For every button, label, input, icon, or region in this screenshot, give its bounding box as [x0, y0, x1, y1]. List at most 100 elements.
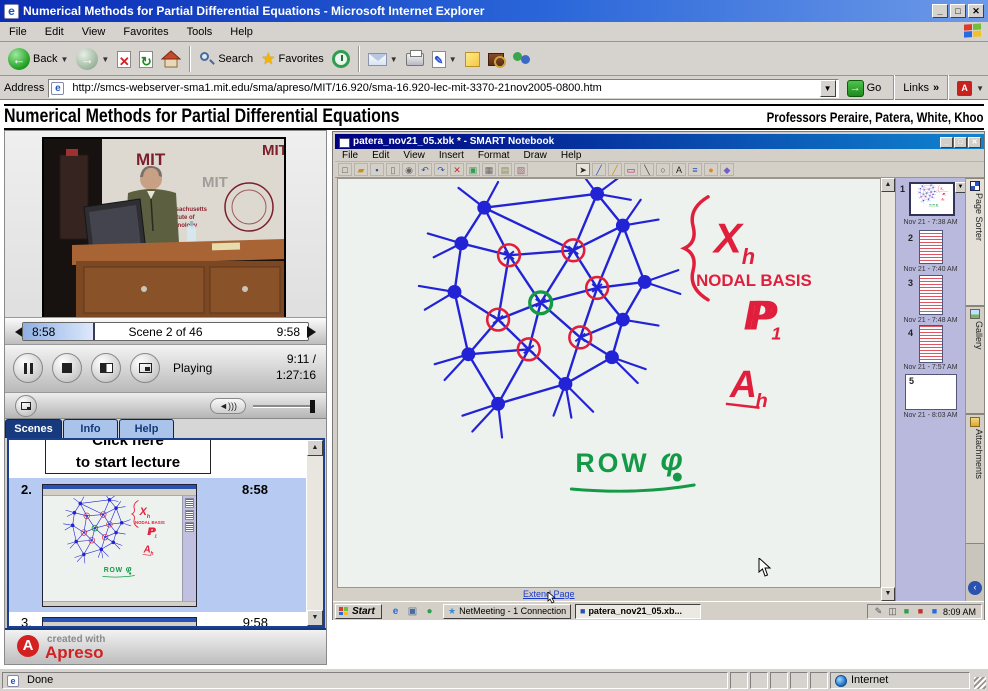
total-time: 1:27:16	[276, 368, 316, 382]
svg-text:1: 1	[154, 534, 157, 539]
menu-view[interactable]: View	[73, 24, 115, 40]
home-button[interactable]	[157, 48, 185, 70]
notebook-taskbar: Start e ▣ ● ★ NetMeeting - 1 Connection …	[333, 601, 984, 620]
tray-smart-tools-icon: ■	[901, 606, 912, 617]
favorites-button[interactable]: ★ Favorites	[257, 47, 328, 71]
tab-attachments: Attachments	[966, 414, 985, 544]
mute-button[interactable]: ◄)))	[210, 398, 246, 414]
scene-item-3[interactable]: 3. 9:58 OLD BUSINESS	[9, 613, 306, 628]
smart-notebook-screenshot: patera_nov21_05.xbk * - SMART Notebook _…	[332, 131, 985, 620]
forward-dropdown-icon[interactable]: ▼	[101, 55, 109, 64]
search-button[interactable]: Search	[195, 49, 257, 69]
go-button[interactable]: → Go	[843, 80, 886, 97]
scroll-down-icon[interactable]: ▼	[307, 610, 323, 626]
messenger-button[interactable]	[508, 49, 536, 69]
svg-text:φ: φ	[126, 565, 132, 574]
attachments-icon	[970, 417, 980, 427]
back-button[interactable]: ← Back ▼	[4, 46, 72, 72]
minimize-button[interactable]: _	[932, 4, 948, 18]
mail-button[interactable]: ▼	[364, 51, 402, 68]
pause-button[interactable]	[13, 353, 43, 383]
edit-dropdown-icon[interactable]: ▼	[449, 55, 457, 64]
scene-end-time: 9:58	[277, 325, 300, 339]
stop-button[interactable]: ✕	[113, 49, 135, 70]
history-button[interactable]	[328, 48, 354, 70]
note-button[interactable]	[461, 50, 484, 69]
stop-playback-button[interactable]	[52, 353, 82, 383]
favorites-label: Favorites	[279, 53, 324, 65]
scroll-up-icon[interactable]: ▲	[307, 440, 323, 456]
lecture-player-panel: MIT MIT MIT MIT Massachusetts Institute …	[4, 130, 327, 665]
menu-file[interactable]: File	[0, 24, 36, 40]
quicklaunch-media-icon: ●	[423, 605, 436, 618]
volume-slider[interactable]	[253, 405, 313, 408]
pdf-dropdown-icon[interactable]: ▼	[976, 84, 984, 93]
tab-scenes[interactable]: Scenes	[5, 419, 62, 438]
links-label[interactable]: Links	[903, 82, 929, 94]
mail-icon	[368, 53, 387, 66]
refresh-button[interactable]: ↻	[135, 49, 157, 70]
status-cell	[750, 672, 768, 689]
ie-statusbar: e Done Internet	[0, 668, 988, 691]
page-3-number: 3	[908, 278, 913, 288]
back-dropdown-icon[interactable]: ▼	[60, 55, 68, 64]
page-1-time: Nov 21 - 7:38 AM	[896, 219, 965, 226]
scene-list-scrollbar[interactable]: ▲ ▼	[307, 440, 323, 626]
research-button[interactable]	[484, 51, 508, 68]
links-chevron-icon[interactable]: »	[933, 82, 939, 94]
popout-button[interactable]	[15, 395, 37, 417]
scene-item-start[interactable]: Click here to start lecture	[45, 438, 211, 474]
forward-button[interactable]: → ▼	[72, 46, 113, 72]
print-button[interactable]	[402, 51, 428, 68]
volume-knob[interactable]	[310, 400, 315, 413]
next-scene-button[interactable]	[307, 326, 322, 338]
window-title: Numerical Methods for Partial Differenti…	[23, 4, 932, 18]
menu-edit[interactable]: Edit	[36, 24, 73, 40]
address-dropdown-icon[interactable]: ▼	[820, 80, 836, 97]
start-label: Start	[352, 606, 375, 617]
layout-toggle-button[interactable]	[91, 353, 121, 383]
thumbnail-toolbar	[43, 489, 196, 496]
apreso-branding: A created with Apreso	[5, 628, 326, 663]
page-4-thumbnail	[919, 325, 943, 363]
go-icon: →	[847, 80, 864, 97]
nb-delete-icon: ✕	[450, 163, 464, 176]
thumbnail-sorter-strip	[182, 496, 196, 601]
menu-favorites[interactable]: Favorites	[114, 24, 177, 40]
scene-3-number: 3.	[21, 615, 32, 628]
menu-help[interactable]: Help	[221, 24, 262, 40]
close-button[interactable]: ✕	[968, 4, 984, 18]
address-label: Address	[4, 82, 44, 94]
ie-titlebar[interactable]: e Numerical Methods for Partial Differen…	[0, 0, 988, 22]
scene-progress-bar[interactable]: 8:58 Scene 2 of 46 9:58	[22, 322, 309, 341]
maximize-button[interactable]: □	[950, 4, 966, 18]
menu-tools[interactable]: Tools	[178, 24, 222, 40]
note-icon	[465, 52, 480, 67]
search-label: Search	[218, 53, 253, 65]
nb-menu-format: Format	[471, 149, 517, 161]
forward-icon: →	[76, 48, 98, 70]
start-lecture-line1: Click here	[92, 438, 164, 449]
scene-3-thumbnail[interactable]: OLD BUSINESS	[42, 617, 197, 628]
whiteboard-canvas: XhNODAL BASISPP1AhROWφ	[337, 178, 881, 588]
swap-view-button[interactable]	[130, 353, 160, 383]
scene-item-2[interactable]: 2. 8:58 XhNODAL BASISPP1AhROWφ	[9, 478, 306, 612]
svg-text:ROW: ROW	[575, 448, 649, 478]
scene-2-thumbnail[interactable]: XhNODAL BASISPP1AhROWφ	[42, 484, 197, 607]
video-frame[interactable]: MIT MIT MIT MIT Massachusetts Institute …	[42, 137, 286, 319]
adobe-pdf-icon[interactable]: A	[957, 81, 972, 96]
tab-help[interactable]: Help	[119, 419, 174, 438]
notebook-app-icon	[339, 138, 350, 148]
svg-text:h: h	[742, 244, 755, 269]
status-cell	[790, 672, 808, 689]
mail-dropdown-icon[interactable]: ▼	[390, 55, 398, 64]
attachments-label: Attachments	[974, 429, 984, 479]
speaker-icon: ◄)))	[219, 401, 237, 411]
resize-grip	[974, 677, 986, 689]
edit-button[interactable]: ✎ ▼	[428, 49, 461, 70]
address-input[interactable]: e http://smcs-webserver-sma1.mit.edu/sma…	[48, 79, 838, 98]
page-3-thumbnail	[919, 275, 943, 315]
nb-menu-view: View	[396, 149, 432, 161]
tab-info[interactable]: Info	[63, 419, 118, 438]
whiteboard-drawing: XhNODAL BASISPP1AhROWφ	[338, 179, 880, 587]
